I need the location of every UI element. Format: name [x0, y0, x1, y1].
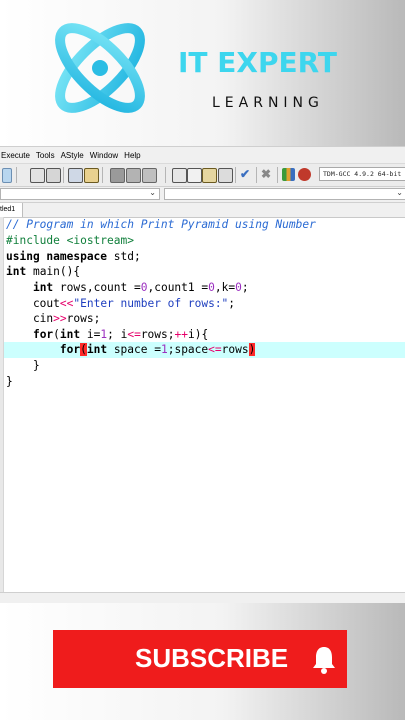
code-line-4: int main(){ — [6, 265, 81, 278]
bell-icon — [313, 647, 335, 674]
compile-icon[interactable] — [2, 168, 12, 183]
menu-bar: Execute Tools AStyle Window Help — [0, 147, 405, 163]
class-select[interactable]: ⌄ — [0, 188, 160, 200]
ide-window: Execute Tools AStyle Window Help ✔ ✖ TDM… — [0, 146, 405, 603]
atom-logo-icon — [55, 23, 145, 113]
toolbar-separator — [102, 167, 103, 183]
chart-icon[interactable] — [282, 168, 295, 181]
layout-icon[interactable] — [218, 168, 233, 183]
chevron-down-icon: ⌄ — [396, 188, 403, 197]
code-line-7: cin>>rows; — [6, 312, 101, 325]
toggle-icon[interactable] — [142, 168, 157, 183]
brand-title: IT EXPERT — [178, 46, 338, 79]
code-line-3: using namespace std; — [6, 250, 141, 263]
tab-bar: tled1 — [0, 203, 405, 218]
compiler-select[interactable]: TDM-GCC 4.9.2 64-bit — [319, 167, 405, 181]
menu-window[interactable]: Window — [89, 151, 123, 160]
menu-help[interactable]: Help — [123, 151, 145, 160]
code-line-9: for(int space =1;space<=rows) — [59, 343, 256, 356]
status-bar — [0, 592, 405, 603]
subscribe-button[interactable]: SUBSCRIBE — [53, 630, 347, 688]
toolbar: ✔ ✖ TDM-GCC 4.9.2 64-bit — [0, 163, 405, 187]
close-icon[interactable]: ✖ — [261, 168, 274, 181]
tab-untitled1[interactable]: tled1 — [0, 203, 23, 217]
check-icon[interactable]: ✔ — [240, 168, 253, 181]
rebuild-icon[interactable] — [68, 168, 83, 183]
menu-tools[interactable]: Tools — [35, 151, 60, 160]
grid-icon[interactable] — [172, 168, 187, 183]
palette-icon[interactable] — [202, 168, 217, 183]
forward-icon[interactable] — [126, 168, 141, 183]
toolbar-separator — [235, 167, 236, 183]
code-line-11: } — [6, 375, 13, 388]
code-line-6: cout<<"Enter number of rows:"; — [6, 297, 236, 310]
run-icon[interactable] — [30, 168, 45, 183]
code-line-2: #include <iostream> — [6, 234, 134, 247]
toolbar-separator — [63, 167, 64, 183]
chevron-down-icon: ⌄ — [149, 188, 156, 197]
class-select-row: ⌄ ⌄ — [0, 187, 405, 203]
profile-icon[interactable] — [298, 168, 311, 181]
back-icon[interactable] — [110, 168, 125, 183]
code-line-5: int rows,count =0,count1 =0,k=0; — [32, 281, 249, 294]
code-line-8: for(int i=1; i<=rows;++i){ — [32, 328, 209, 341]
compile-run-icon[interactable] — [46, 168, 61, 183]
toolbar-separator — [16, 167, 17, 183]
brand-subtitle: LEARNING — [212, 95, 324, 111]
code-editor[interactable]: // Program in which Print Pyramid using … — [0, 217, 405, 603]
toolbar-separator — [165, 167, 166, 183]
menu-execute[interactable]: Execute — [0, 151, 35, 160]
code-line-10: } — [6, 359, 40, 372]
toolbar-separator — [256, 167, 257, 183]
window-icon[interactable] — [187, 168, 202, 183]
editor-gutter — [0, 217, 4, 597]
member-select[interactable]: ⌄ — [164, 188, 405, 200]
menu-astyle[interactable]: AStyle — [60, 151, 89, 160]
debug-icon[interactable] — [84, 168, 99, 183]
subscribe-label: SUBSCRIBE — [135, 643, 289, 673]
toolbar-separator — [277, 167, 278, 183]
code-line-1: // Program in which Print Pyramid using … — [6, 218, 316, 231]
brand-header: IT EXPERT LEARNING — [0, 0, 405, 140]
